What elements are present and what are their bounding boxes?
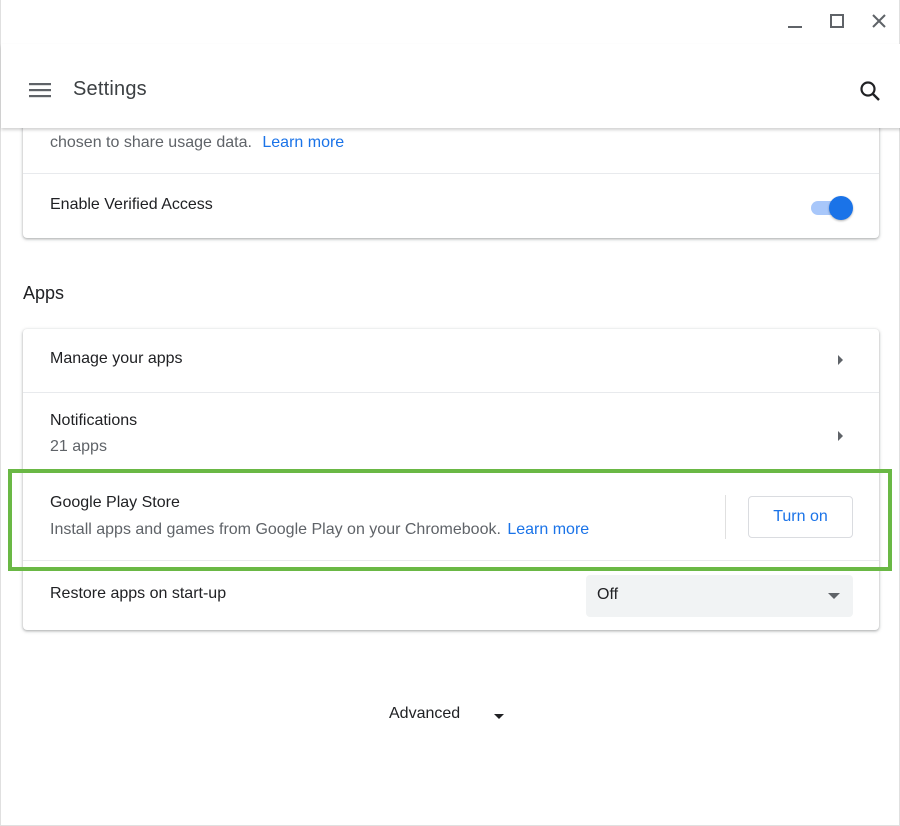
minimize-icon — [788, 26, 802, 28]
close-icon — [872, 14, 886, 28]
manage-apps-row[interactable]: Manage your apps — [23, 329, 879, 392]
main-menu-button[interactable] — [27, 78, 55, 102]
search-icon — [860, 81, 880, 101]
apps-section-title: Apps — [23, 283, 65, 303]
notifications-count: 21 apps — [50, 438, 107, 455]
advanced-label: Advanced — [389, 705, 461, 722]
chevron-down-icon — [494, 714, 504, 719]
usage-learn-more-link[interactable]: Learn more — [262, 134, 344, 151]
verified-access-label: Enable Verified Access — [50, 196, 213, 213]
notifications-row[interactable]: Notifications 21 apps — [23, 392, 879, 472]
settings-header: Settings — [1, 44, 900, 128]
privacy-card: chosen to share usage data. Learn more E… — [23, 128, 879, 238]
highlight-box — [8, 469, 892, 571]
verified-access-toggle[interactable] — [811, 195, 855, 220]
notifications-label: Notifications — [50, 412, 138, 429]
restore-apps-label: Restore apps on start-up — [50, 585, 227, 602]
toggle-knob — [829, 196, 853, 220]
maximize-icon — [830, 14, 844, 28]
usage-data-text: chosen to share usage data. Learn more — [50, 134, 344, 152]
close-button[interactable] — [864, 8, 894, 34]
maximize-button[interactable] — [822, 8, 852, 34]
restore-apps-selected-value: Off — [597, 586, 619, 603]
hamburger-menu-icon — [29, 83, 51, 98]
manage-apps-label: Manage your apps — [50, 350, 183, 367]
dropdown-arrow-icon — [828, 593, 840, 599]
page-title: Settings — [73, 78, 147, 100]
usage-data-row: chosen to share usage data. Learn more — [23, 128, 879, 173]
usage-data-description: chosen to share usage data. — [50, 134, 252, 151]
verified-access-row[interactable]: Enable Verified Access — [23, 173, 879, 238]
search-button[interactable] — [857, 78, 885, 106]
chevron-right-icon — [838, 355, 843, 365]
chevron-right-icon — [838, 431, 843, 441]
settings-window: Settings chosen to share usage data. Lea… — [0, 0, 900, 826]
restore-apps-select[interactable]: Off — [586, 575, 853, 617]
advanced-toggle[interactable]: Advanced — [389, 705, 504, 723]
minimize-button[interactable] — [780, 8, 810, 34]
